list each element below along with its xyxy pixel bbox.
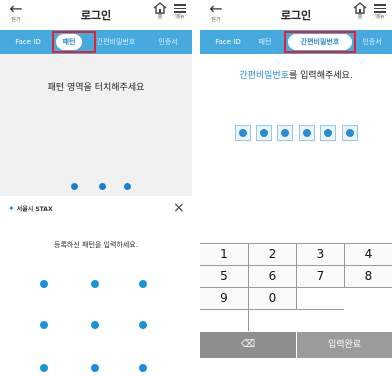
menu-button[interactable]: 메뉴: [172, 2, 188, 20]
pin-slot: [235, 125, 251, 141]
home-button[interactable]: 홈: [152, 2, 168, 20]
home-label: 홈: [157, 14, 163, 20]
pin-slot: [342, 125, 358, 141]
pattern-dot[interactable]: [139, 280, 147, 288]
simple-password-screen: ← 닫기 로그인 홈 메뉴 Face ID 패턴 간편비밀번호 인증서 간편비밀…: [200, 0, 392, 196]
backspace-button[interactable]: ⌫: [200, 332, 296, 358]
key-5[interactable]: 5: [200, 266, 248, 287]
login-method-tabs: Face ID 패턴 간편비밀번호 인증서: [0, 30, 192, 54]
top-bar: ← 닫기 로그인 홈 메뉴: [200, 0, 392, 30]
page-indicator-dot: [71, 183, 78, 190]
pattern-dot[interactable]: [40, 321, 48, 329]
done-button[interactable]: 입력완료: [297, 332, 392, 358]
number-keypad: 1 2 3 4 5 6 7 8 9 0 ⌫ 입력완료: [200, 243, 392, 376]
instruction-rest: 를 입력해주세요.: [289, 71, 353, 81]
key-7[interactable]: 7: [297, 266, 344, 287]
menu-button[interactable]: 메뉴: [372, 2, 388, 20]
key-3[interactable]: 3: [297, 244, 344, 265]
backspace-icon: ⌫: [240, 339, 256, 350]
highlight-box: [52, 31, 96, 53]
key-9[interactable]: 9: [200, 288, 248, 309]
tab-face-id[interactable]: Face ID: [6, 30, 50, 54]
key-4[interactable]: 4: [345, 244, 392, 265]
menu-label: 메뉴: [375, 13, 385, 20]
top-bar: ← 닫기 로그인 홈 메뉴: [0, 0, 192, 30]
tab-simple-password[interactable]: 간편비밀번호: [88, 30, 144, 54]
key-6[interactable]: 6: [249, 266, 296, 287]
logo-text: 서울시 STAX: [16, 206, 53, 213]
pin-slot: [320, 125, 336, 141]
key-2[interactable]: 2: [249, 244, 296, 265]
pattern-dot[interactable]: [40, 280, 48, 288]
page-indicator-dot: [99, 183, 106, 190]
hamburger-icon: [372, 4, 388, 13]
tab-pattern[interactable]: 패턴: [252, 30, 278, 54]
page-indicator-dot: [124, 183, 131, 190]
logo-mark-icon: ✦: [8, 204, 15, 213]
pattern-input-screen: ✦ 서울시 STAX × 등록하신 패턴을 입력하세요.: [0, 200, 192, 376]
pattern-dot[interactable]: [139, 321, 147, 329]
pattern-dot[interactable]: [40, 364, 48, 372]
close-icon[interactable]: ×: [173, 200, 185, 216]
pattern-dot[interactable]: [91, 280, 99, 288]
key-blank: [297, 288, 392, 309]
pattern-input-instruction: 등록하신 패턴을 입력하세요.: [54, 241, 138, 249]
key-0[interactable]: 0: [249, 288, 296, 309]
pin-slot: [299, 125, 315, 141]
tab-face-id[interactable]: Face ID: [206, 30, 250, 54]
tab-certificate[interactable]: 인증서: [148, 30, 188, 54]
home-label: 홈: [357, 14, 363, 20]
highlight-box: [284, 31, 356, 53]
home-button[interactable]: 홈: [352, 2, 368, 20]
key-1[interactable]: 1: [200, 244, 248, 265]
key-8[interactable]: 8: [345, 266, 392, 287]
pin-slot: [277, 125, 293, 141]
password-instruction: 간편비밀번호를 입력해주세요.: [200, 68, 392, 81]
pin-slot: [256, 125, 272, 141]
pattern-instruction: 패턴 영역을 터치해주세요: [47, 83, 145, 93]
instruction-highlight: 간편비밀번호: [239, 71, 289, 81]
home-icon: [353, 2, 367, 14]
app-logo: ✦ 서울시 STAX: [8, 204, 53, 213]
pattern-dot[interactable]: [91, 321, 99, 329]
home-icon: [153, 2, 167, 14]
tab-certificate[interactable]: 인증서: [354, 30, 390, 54]
pattern-dot[interactable]: [139, 364, 147, 372]
pattern-login-screen: ← 닫기 로그인 홈 메뉴 Face ID 패턴 간편비밀번호 인증서 패턴 영…: [0, 0, 192, 196]
hamburger-icon: [172, 4, 188, 13]
pattern-dot[interactable]: [91, 364, 99, 372]
menu-label: 메뉴: [175, 13, 185, 20]
